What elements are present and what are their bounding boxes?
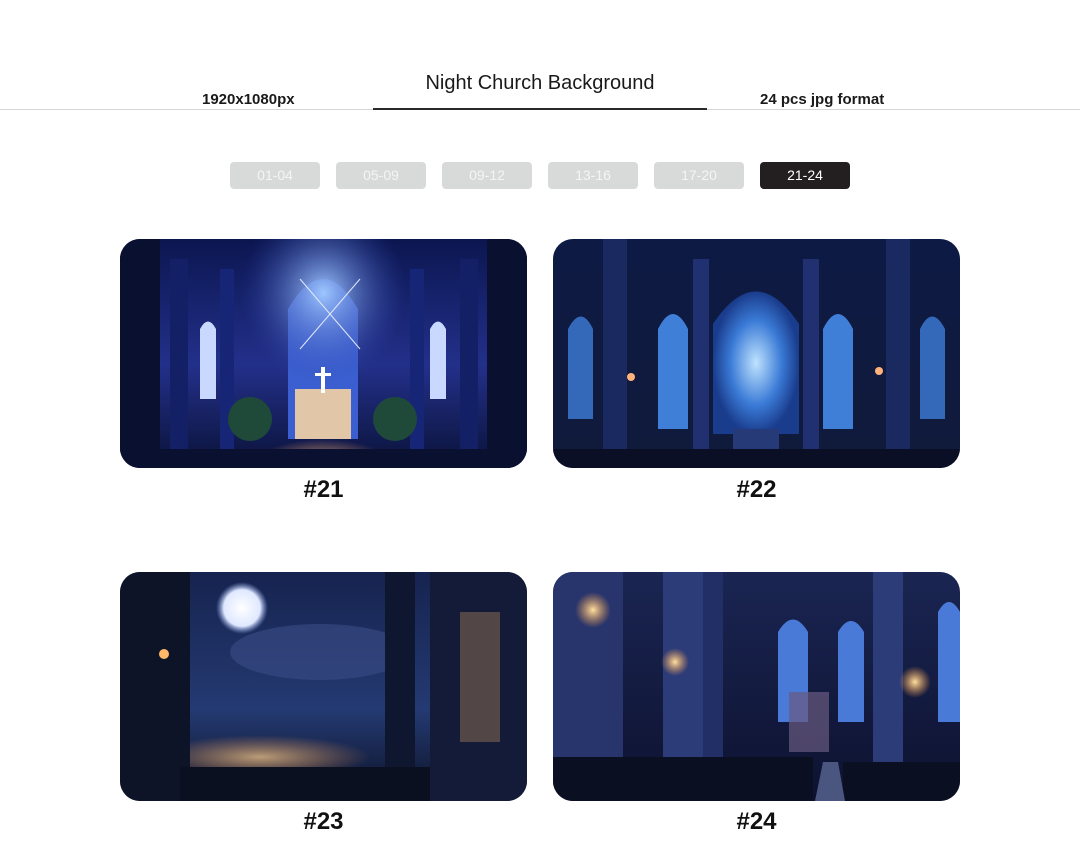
tab-05-09[interactable]: 05-09 bbox=[336, 162, 426, 189]
church-nave-lanterns-image bbox=[553, 572, 960, 801]
tab-21-24[interactable]: 21-24 bbox=[760, 162, 850, 189]
thumbnail-21[interactable] bbox=[120, 239, 527, 468]
format-label: 24 pcs jpg format bbox=[760, 91, 885, 108]
caption-23: #23 bbox=[303, 808, 344, 835]
church-stained-glass-night-image bbox=[553, 239, 960, 468]
caption-21: #21 bbox=[303, 476, 344, 503]
thumbnail-24[interactable] bbox=[553, 572, 960, 801]
caption-22: #22 bbox=[736, 476, 777, 503]
thumbnail-22[interactable] bbox=[553, 239, 960, 468]
tab-13-16[interactable]: 13-16 bbox=[548, 162, 638, 189]
resolution-label: 1920x1080px bbox=[202, 91, 295, 108]
moonlit-forest-church-image bbox=[120, 572, 527, 801]
thumbnail-23[interactable] bbox=[120, 572, 527, 801]
tab-17-20[interactable]: 17-20 bbox=[654, 162, 744, 189]
tab-01-04[interactable]: 01-04 bbox=[230, 162, 320, 189]
tab-09-12[interactable]: 09-12 bbox=[442, 162, 532, 189]
church-altar-night-image bbox=[120, 239, 527, 468]
title-underline bbox=[373, 108, 707, 110]
caption-24: #24 bbox=[736, 808, 777, 835]
page-title: Night Church Background bbox=[425, 72, 655, 94]
